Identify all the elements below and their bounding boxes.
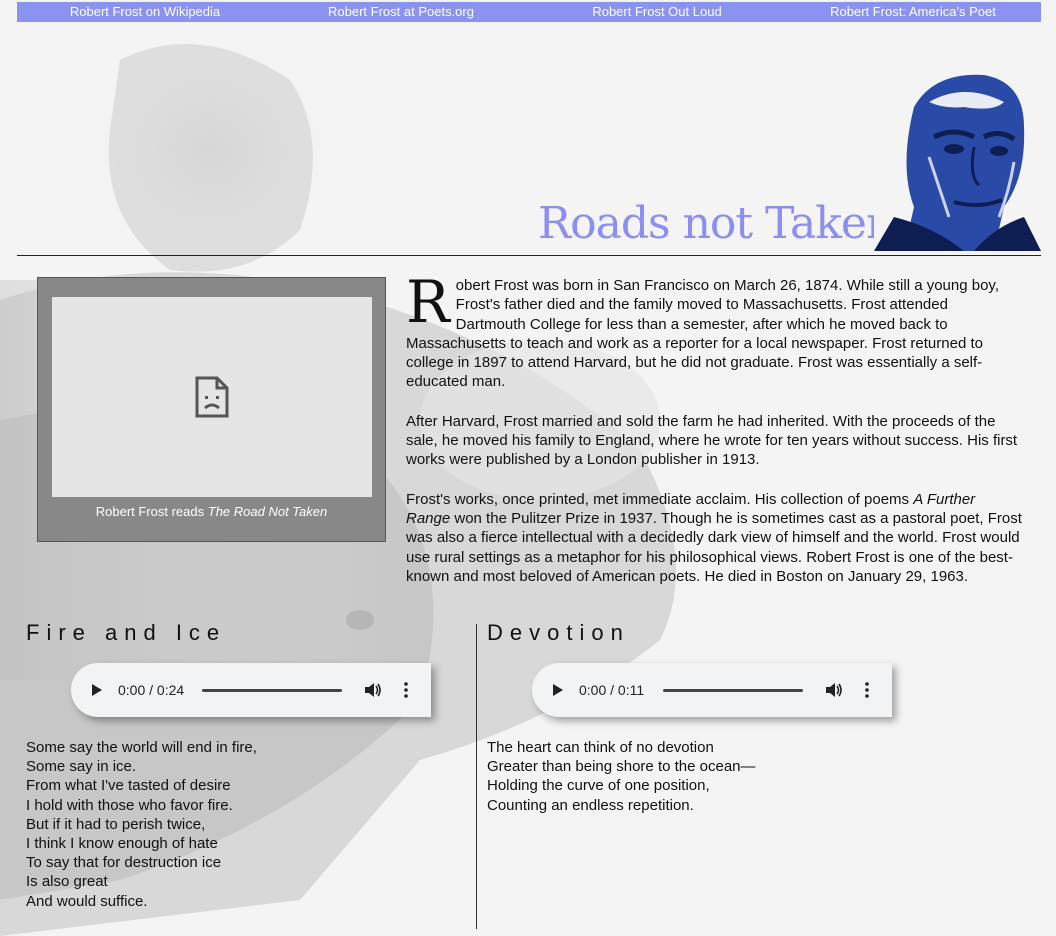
- poem-devotion: Devotion 0:00 / 0:11 The heart can think…: [487, 620, 1007, 814]
- bio-paragraph-1: Robert Frost was born in San Francisco o…: [406, 268, 999, 391]
- poem-line: Counting an endless repetition.: [487, 796, 694, 814]
- volume-icon[interactable]: [364, 682, 384, 698]
- poem-line: To say that for destruction ice: [26, 854, 222, 872]
- more-options-icon[interactable]: [396, 682, 416, 698]
- poem-line: And would suffice.: [26, 892, 148, 910]
- video-caption-title: The Road Not Taken: [207, 504, 328, 519]
- more-options-icon[interactable]: [857, 682, 877, 698]
- audio-time: 0:00 / 0:24: [118, 682, 185, 698]
- header-divider: [17, 255, 1041, 256]
- poem-line: Holding the curve of one position,: [487, 777, 710, 795]
- poem-line: Some say the world will end in fire,: [26, 739, 257, 756]
- play-icon[interactable]: [91, 683, 111, 697]
- poem-line: Some say in ice.: [26, 758, 137, 776]
- volume-icon[interactable]: [825, 682, 845, 698]
- poem-line: I think I know enough of hate: [26, 835, 218, 853]
- top-navigation: Robert Frost on Wikipedia Robert Frost a…: [17, 2, 1041, 22]
- poem-line: But if it had to perish twice,: [26, 815, 206, 833]
- poem-line: From what I've tasted of desire: [26, 777, 231, 795]
- seek-bar[interactable]: [202, 688, 342, 692]
- seek-bar[interactable]: [663, 688, 803, 692]
- broken-document-icon: [195, 376, 229, 418]
- poem-fire-and-ice: Fire and Ice 0:00 / 0:24 Some say the wo…: [26, 620, 466, 910]
- nav-link-out-loud[interactable]: Robert Frost Out Loud: [529, 2, 785, 22]
- video-player: Robert Frost reads The Road Not Taken: [37, 277, 386, 542]
- poem-line: Greater than being shore to the ocean—: [487, 758, 756, 776]
- poem-lines: Some say the world will end in fire, Som…: [26, 738, 257, 911]
- poem-divider: [476, 624, 477, 929]
- poem-title: Devotion: [487, 620, 630, 645]
- poem-lines: The heart can think of no devotion Great…: [487, 738, 756, 815]
- video-frame[interactable]: [52, 297, 372, 497]
- page-title: Roads not Taken: [538, 198, 894, 249]
- video-caption: Robert Frost reads The Road Not Taken: [95, 504, 328, 519]
- poem-line: Is also great: [26, 873, 108, 891]
- nav-link-americas-poet[interactable]: Robert Frost: America's Poet: [785, 2, 1041, 22]
- audio-player[interactable]: 0:00 / 0:24: [71, 663, 431, 717]
- portrait-illustration: [874, 67, 1041, 251]
- nav-link-wikipedia[interactable]: Robert Frost on Wikipedia: [17, 2, 273, 22]
- bio-paragraph-3: Frost's works, once printed, met immedia…: [406, 490, 1022, 585]
- nav-link-poets-org[interactable]: Robert Frost at Poets.org: [273, 2, 529, 22]
- poem-line: I hold with those who favor fire.: [26, 796, 233, 814]
- bio-paragraph-2: After Harvard, Frost married and sold th…: [406, 412, 1018, 469]
- audio-time: 0:00 / 0:11: [579, 682, 645, 698]
- biography: Robert Frost was born in San Francisco o…: [406, 268, 1022, 606]
- poem-title: Fire and Ice: [26, 620, 227, 645]
- audio-player[interactable]: 0:00 / 0:11: [532, 663, 892, 717]
- play-icon[interactable]: [552, 683, 572, 697]
- drop-cap: R: [406, 268, 450, 336]
- poem-line: The heart can think of no devotion: [487, 739, 714, 756]
